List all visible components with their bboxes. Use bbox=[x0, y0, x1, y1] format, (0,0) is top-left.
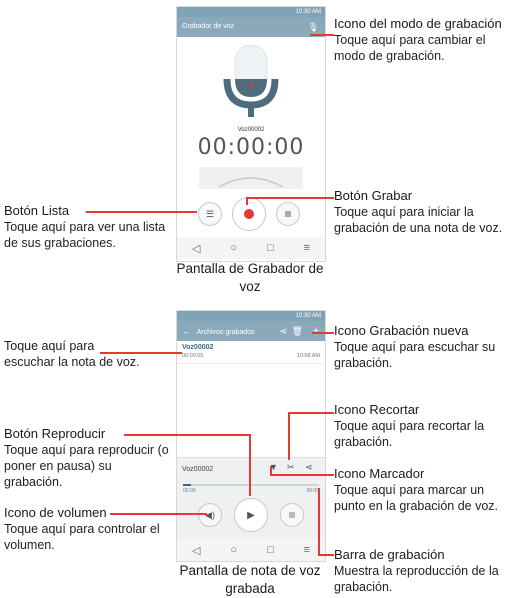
callout-line bbox=[318, 554, 334, 556]
app-title: Grabador de voz bbox=[182, 23, 235, 30]
callout-list-button: Botón Lista Toque aquí para ver una list… bbox=[4, 203, 169, 251]
item-name: Voz00002 bbox=[182, 344, 214, 351]
stop-button[interactable] bbox=[276, 202, 300, 226]
back-icon[interactable]: ◁ bbox=[192, 544, 200, 557]
app-bar: Grabador de voz 🎙 bbox=[177, 17, 325, 37]
app-bar: ← Archivos grabados ⋖ 🗑 + bbox=[177, 321, 325, 341]
status-bar: 10:30 AM bbox=[177, 7, 325, 17]
callout-title: Botón Lista bbox=[4, 203, 70, 218]
nav-bar: ◁ ○ □ ≡ bbox=[177, 539, 325, 561]
recent-apps-icon[interactable]: □ bbox=[267, 544, 274, 556]
file-name: Voz00002 bbox=[237, 127, 265, 133]
item-time: 10:58 AM bbox=[296, 353, 320, 359]
callout-recording-bar: Barra de grabación Muestra la reproducci… bbox=[334, 547, 512, 595]
callout-title: Icono de volumen bbox=[4, 505, 107, 520]
callout-body: Toque aquí para marcar un punto en la gr… bbox=[334, 483, 499, 513]
callout-play: Botón Reproducir Toque aquí para reprodu… bbox=[4, 426, 169, 490]
callout-line bbox=[246, 197, 248, 205]
back-arrow-icon[interactable]: ← bbox=[182, 326, 191, 336]
list-icon: ☰ bbox=[205, 208, 215, 219]
callout-mode-icon: Icono del modo de grabación Toque aquí p… bbox=[334, 16, 514, 64]
home-icon[interactable]: ○ bbox=[230, 242, 237, 254]
callout-body: Toque aquí para recortar la grabación. bbox=[334, 419, 485, 449]
callout-trim: Icono Recortar Toque aquí para recortar … bbox=[334, 402, 512, 450]
list-button[interactable]: ☰ bbox=[198, 202, 222, 226]
delete-icon[interactable]: 🗑 bbox=[292, 321, 303, 341]
timer: 00:00:00 bbox=[197, 135, 305, 160]
recent-apps-icon[interactable]: □ bbox=[267, 242, 274, 254]
home-icon[interactable]: ○ bbox=[230, 544, 237, 556]
share-icon[interactable]: ⋖ bbox=[305, 462, 313, 473]
recorded-note-screen: 10:30 AM ← Archivos grabados ⋖ 🗑 + Voz00… bbox=[176, 310, 326, 562]
progress-start: 00:00 bbox=[183, 488, 196, 494]
caption-recorder: Pantalla de Grabador de voz bbox=[176, 261, 324, 294]
callout-line bbox=[310, 34, 334, 36]
status-time: 10:30 AM bbox=[295, 313, 321, 319]
callout-title: Botón Reproducir bbox=[4, 426, 106, 441]
callout-line bbox=[270, 466, 272, 475]
callout-body: Toque aquí para cambiar el modo de graba… bbox=[334, 33, 486, 63]
callout-line bbox=[288, 412, 290, 460]
callout-title: Botón Grabar bbox=[334, 188, 413, 203]
stop-icon bbox=[285, 211, 291, 217]
recorder-screen: 10:30 AM Grabador de voz 🎙 Voz00002 00:0… bbox=[176, 6, 326, 262]
callout-title: Barra de grabación bbox=[334, 547, 445, 562]
callout-line bbox=[249, 434, 251, 496]
callout-title: Icono Recortar bbox=[334, 402, 420, 417]
callout-line bbox=[270, 474, 334, 476]
callout-bookmark: Icono Marcador Toque aquí para marcar un… bbox=[334, 466, 514, 514]
level-meter bbox=[199, 167, 303, 189]
callout-body: Muestra la reproducción de la grabación. bbox=[334, 564, 499, 594]
item-duration: 00:00:05 bbox=[182, 353, 204, 359]
share-icon[interactable]: ⋖ bbox=[279, 321, 287, 341]
play-icon: ▶ bbox=[247, 509, 255, 521]
record-icon bbox=[244, 209, 254, 219]
volume-icon: ◀) bbox=[205, 509, 215, 520]
microphone-icon bbox=[222, 44, 280, 121]
callout-body: Toque aquí para reproducir (o poner en p… bbox=[4, 443, 169, 489]
callout-listen: Toque aquí para escuchar la nota de voz. bbox=[4, 339, 140, 369]
callout-new-recording: Icono Grabación nueva Toque aquí para es… bbox=[334, 323, 514, 371]
menu-icon[interactable]: ≡ bbox=[304, 544, 310, 556]
status-bar: 10:30 AM bbox=[177, 311, 325, 321]
callout-title: Icono Grabación nueva bbox=[334, 323, 469, 338]
caption-recorded-note: Pantalla de nota de voz grabada bbox=[179, 563, 321, 596]
callout-line bbox=[318, 488, 320, 555]
player-panel: Voz00002 ▼ ✂ ⋖ 00:00 00:05 ◀) ▶ bbox=[177, 457, 325, 540]
progress-fill bbox=[183, 484, 192, 486]
callout-title: Icono del modo de grabación bbox=[334, 16, 502, 31]
menu-icon[interactable]: ≡ bbox=[304, 242, 310, 254]
callout-line bbox=[312, 332, 334, 334]
callout-body: Toque aquí para controlar el volumen. bbox=[4, 522, 160, 552]
back-icon[interactable]: ◁ bbox=[192, 242, 200, 255]
status-time: 10:30 AM bbox=[295, 9, 321, 15]
callout-body: Toque aquí para escuchar su grabación. bbox=[334, 340, 496, 370]
callout-body: Toque aquí para iniciar la grabación de … bbox=[334, 205, 503, 235]
new-recording-icon[interactable]: + bbox=[313, 321, 319, 341]
player-file-name: Voz00002 bbox=[182, 466, 214, 473]
app-title: Archivos grabados bbox=[196, 329, 255, 336]
trim-icon[interactable]: ✂ bbox=[287, 462, 295, 473]
volume-button[interactable]: ◀) bbox=[198, 503, 222, 527]
list-item[interactable]: Voz00002 00:00:05 10:58 AM bbox=[177, 343, 325, 364]
callout-body: Toque aquí para ver una lista de sus gra… bbox=[4, 220, 166, 250]
callout-title: Icono Marcador bbox=[334, 466, 425, 481]
record-button[interactable] bbox=[232, 197, 266, 231]
callout-line bbox=[246, 197, 334, 199]
stop-button[interactable] bbox=[280, 503, 304, 527]
callout-record-button: Botón Grabar Toque aquí para iniciar la … bbox=[334, 188, 512, 236]
nav-bar: ◁ ○ □ ≡ bbox=[177, 237, 325, 259]
recording-bar[interactable] bbox=[183, 484, 319, 486]
play-button[interactable]: ▶ bbox=[234, 498, 268, 532]
callout-volume: Icono de volumen Toque aquí para control… bbox=[4, 505, 169, 553]
callout-line bbox=[288, 412, 334, 414]
stop-icon bbox=[289, 512, 295, 518]
